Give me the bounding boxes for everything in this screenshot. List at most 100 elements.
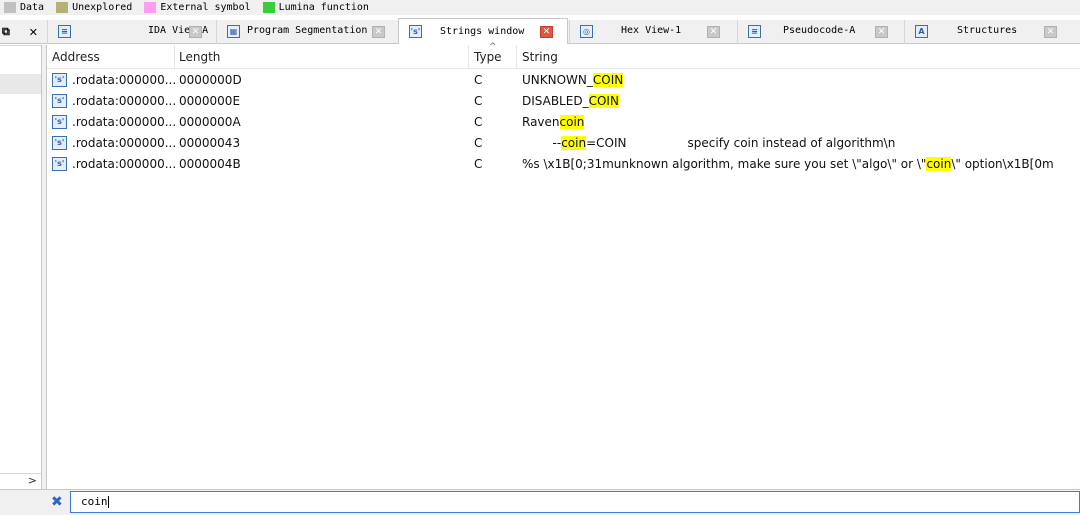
tab-close-icon[interactable]: ✕ (540, 26, 553, 38)
cell-string: DISABLED_COIN (522, 94, 619, 108)
column-address[interactable]: Address (52, 50, 100, 64)
string-icon: 's' (52, 73, 67, 87)
legend-label: Data (20, 2, 45, 13)
tab-close-icon[interactable]: ✕ (707, 26, 720, 38)
table-row[interactable]: 's' .rodata:000000... 0000000E C DISABLED_CO… (47, 91, 1080, 112)
cell-type: C (474, 136, 483, 150)
divider (0, 45, 41, 46)
table-row[interactable]: 's' .rodata:000000... 0000004B C %s \x1B[0;3… (47, 154, 1080, 175)
functions-pane: > (0, 45, 42, 489)
legend-swatch (4, 2, 16, 13)
text-caret (107, 496, 109, 508)
string-icon: 's' (52, 94, 67, 108)
tab-pseudocode-a[interactable]: ≡ Pseudocode-A ✕ (737, 20, 903, 44)
scroll-right-arrow[interactable]: > (0, 473, 41, 489)
cell-length: 0000004B (179, 157, 241, 171)
pseudocode-icon: ≡ (748, 25, 761, 38)
column-divider[interactable] (174, 45, 175, 69)
cell-address: .rodata:000000... (72, 94, 177, 108)
string-segment: -- (522, 136, 562, 150)
legend-item: Lumina function (259, 2, 369, 13)
string-segment: %s \x1B[0;31munknown algorithm, make sur… (522, 157, 927, 171)
filter-text: coin (81, 495, 108, 508)
pane-controls: ⧉ ✕ (0, 20, 44, 44)
tab-close-icon[interactable]: ✕ (189, 26, 202, 38)
column-type[interactable]: Type (474, 50, 502, 64)
string-segment: \" option\x1B[0m (951, 157, 1054, 171)
tab-close-icon[interactable]: ✕ (875, 26, 888, 38)
hex-view-icon: ◎ (580, 25, 593, 38)
table-row[interactable]: 's' .rodata:000000... 0000000D C UNKNOWN_COI… (47, 70, 1080, 91)
tab-bar: ⧉ ✕ ≡ IDA View-A ✕ ▦ Program Segmentation ✕'s… (0, 18, 1080, 44)
segmentation-icon: ▦ (227, 25, 240, 38)
table-row[interactable]: 's' .rodata:000000... 00000043 C --coin=COI… (47, 133, 1080, 154)
tab-ida-view-a[interactable]: ≡ IDA View-A ✕ (47, 20, 215, 44)
string-icon: 's' (52, 136, 67, 150)
cell-type: C (474, 115, 483, 129)
restore-icon[interactable]: ⧉ (2, 25, 10, 39)
clear-filter-icon[interactable]: ✖ (51, 494, 63, 510)
structures-icon: A (915, 25, 928, 38)
string-segment: =COIN specify coin instead of algorithm\… (586, 136, 896, 150)
tab-label: Hex View-1 (621, 25, 682, 36)
cell-address: .rodata:000000... (72, 136, 177, 150)
cell-length: 0000000D (179, 73, 242, 87)
legend-bar: Data Unexplored External symbol Lumina func… (0, 0, 1080, 15)
cell-string: --coin=COIN specify coin instead of algo… (522, 136, 895, 150)
ida-view-icon: ≡ (58, 25, 71, 38)
tab-strings-window[interactable]: 's' Strings window ✕ (398, 18, 568, 44)
legend-item: External symbol (140, 2, 251, 13)
cell-string: Ravencoin (522, 115, 585, 129)
tab-label: Program Segmentation (247, 25, 368, 36)
legend-swatch (56, 2, 69, 13)
cell-address: .rodata:000000... (72, 157, 177, 171)
column-header: Address Length ^ Type String (47, 42, 1080, 69)
cell-string: UNKNOWN_COIN (522, 73, 624, 87)
legend-label: Lumina function (278, 2, 369, 13)
cell-length: 00000043 (179, 136, 241, 150)
column-length[interactable]: Length (179, 50, 220, 64)
legend-label: Unexplored (72, 2, 133, 13)
cell-length: 0000000A (179, 115, 241, 129)
cell-type: C (474, 94, 483, 108)
legend-label: External symbol (160, 2, 251, 13)
tab-structures[interactable]: A Structures ✕ (904, 20, 1080, 44)
cell-address: .rodata:000000... (72, 115, 177, 129)
cell-type: C (474, 157, 483, 171)
tab-label: Strings window (440, 26, 525, 37)
match-highlight: coin (561, 136, 587, 150)
tab-label: Pseudocode-A (783, 25, 856, 36)
strings-window: Address Length ^ Type String 's' .rodata:… (47, 42, 1080, 489)
string-segment: UNKNOWN_ (522, 73, 593, 87)
column-string[interactable]: String (522, 50, 558, 64)
tab-close-icon[interactable]: ✕ (372, 26, 385, 38)
legend-item: Unexplored (52, 2, 132, 13)
match-highlight: coin (559, 115, 585, 129)
cell-length: 0000000E (179, 94, 241, 108)
match-highlight: COIN (588, 94, 619, 108)
tab-program-segmentation[interactable]: ▦ Program Segmentation ✕ (216, 20, 396, 44)
close-icon[interactable]: ✕ (29, 26, 38, 39)
selected-function-row[interactable] (0, 74, 41, 94)
tab-hex-view-1[interactable]: ◎ Hex View-1 ✕ (569, 20, 735, 44)
match-highlight: coin (926, 157, 952, 171)
table-row[interactable]: 's' .rodata:000000... 0000000A C Ravencoin (47, 112, 1080, 133)
string-segment: Raven (522, 115, 560, 129)
column-divider[interactable] (516, 45, 517, 69)
cell-string: %s \x1B[0;31munknown algorithm, make sur… (522, 157, 1054, 171)
tab-close-icon[interactable]: ✕ (1044, 26, 1057, 38)
string-icon: 's' (52, 115, 67, 129)
legend-item: Data (0, 2, 44, 13)
column-divider[interactable] (468, 45, 469, 69)
string-icon: 's' (52, 157, 67, 171)
quick-filter-bar: ✖ coin (0, 489, 1080, 515)
legend-swatch (144, 2, 157, 13)
string-segment: DISABLED_ (522, 94, 589, 108)
strings-icon: 's' (409, 25, 422, 38)
tab-label: Structures (957, 25, 1018, 36)
match-highlight: COIN (592, 73, 624, 87)
cell-type: C (474, 73, 483, 87)
cell-address: .rodata:000000... (72, 73, 177, 87)
filter-input[interactable]: coin (70, 491, 1080, 513)
legend-swatch (262, 2, 275, 13)
